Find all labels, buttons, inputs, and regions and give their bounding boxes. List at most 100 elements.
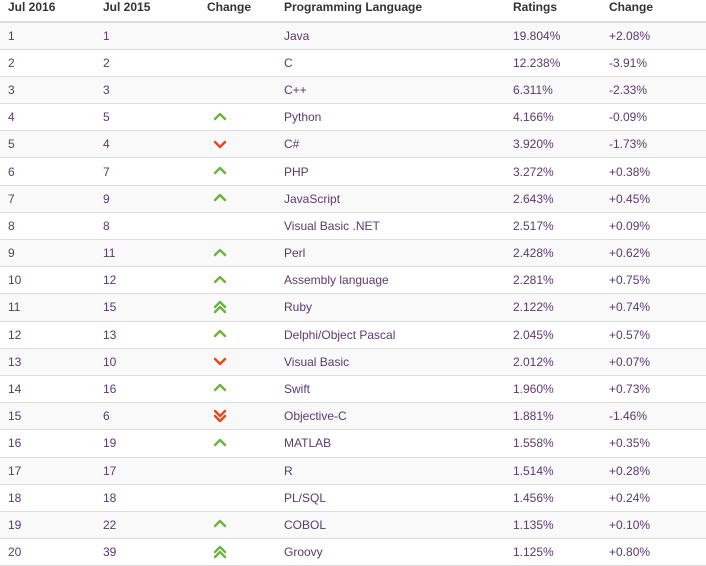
column-header-ratings[interactable]: Ratings — [509, 0, 605, 23]
cell-ratings: 6.311% — [509, 76, 605, 105]
cell-ratings: 4.166% — [509, 103, 605, 132]
chevron-up-icon — [213, 436, 231, 452]
cell-rank-current: 17 — [0, 457, 95, 485]
cell-language[interactable]: Groovy — [280, 538, 509, 566]
change-none-icon — [213, 82, 231, 98]
cell-rating-change: -3.91% — [605, 49, 706, 77]
cell-rank-current: 11 — [0, 293, 95, 322]
chevron-up-icon — [213, 191, 231, 207]
cell-rank-current: 6 — [0, 157, 95, 186]
table-row: 16 19 MATLAB 1.558% +0.35% — [0, 429, 706, 458]
cell-rank-current: 20 — [0, 538, 95, 566]
cell-change-arrow — [195, 22, 280, 50]
column-header-rank-current[interactable]: Jul 2016 — [0, 0, 95, 23]
cell-language[interactable]: C++ — [280, 76, 509, 105]
change-none-icon — [213, 28, 231, 44]
table-body: 1 1 Java 19.804% +2.08% 2 2 C 12.238% -3.91% 3 3 C++… — [0, 22, 706, 566]
cell-rank-current: 16 — [0, 429, 95, 458]
cell-rank-previous: 9 — [95, 185, 195, 213]
chevron-down-icon — [213, 354, 231, 370]
cell-rank-current: 1 — [0, 22, 95, 50]
column-header-change-arrow[interactable]: Change — [195, 0, 280, 23]
cell-language[interactable]: Swift — [280, 375, 509, 404]
cell-rating-change: +0.10% — [605, 511, 706, 540]
table-row: 3 3 C++ 6.311% -2.33% — [0, 76, 706, 105]
cell-ratings: 2.281% — [509, 266, 605, 295]
chevron-up-icon — [213, 164, 231, 180]
cell-rating-change: +0.24% — [605, 484, 706, 512]
cell-change-arrow — [195, 239, 280, 268]
cell-ratings: 1.558% — [509, 429, 605, 458]
cell-rank-current: 8 — [0, 212, 95, 241]
cell-language[interactable]: PL/SQL — [280, 484, 509, 512]
cell-rating-change: -2.33% — [605, 76, 706, 105]
cell-rank-previous: 13 — [95, 321, 195, 349]
change-none-icon — [213, 55, 231, 71]
cell-rating-change: +0.62% — [605, 239, 706, 268]
cell-language[interactable]: Assembly language — [280, 266, 509, 295]
cell-language[interactable]: Delphi/Object Pascal — [280, 321, 509, 349]
cell-rank-previous: 8 — [95, 212, 195, 241]
tiobe-index-table-container: Jul 2016 Jul 2015 Change Programming Lan… — [0, 0, 706, 566]
cell-language[interactable]: C# — [280, 130, 509, 159]
cell-rank-previous: 12 — [95, 266, 195, 295]
cell-language[interactable]: MATLAB — [280, 429, 509, 458]
cell-rating-change: +0.28% — [605, 457, 706, 485]
cell-change-arrow — [195, 348, 280, 376]
cell-change-arrow — [195, 429, 280, 458]
cell-rating-change: +0.80% — [605, 538, 706, 566]
cell-change-arrow — [195, 266, 280, 295]
column-header-rank-previous[interactable]: Jul 2015 — [95, 0, 195, 23]
cell-rating-change: +0.35% — [605, 429, 706, 458]
cell-change-arrow — [195, 212, 280, 241]
cell-language[interactable]: Java — [280, 22, 509, 50]
column-header-rating-change[interactable]: Change — [605, 0, 706, 23]
chevron-up-icon — [213, 110, 231, 126]
cell-rank-previous: 39 — [95, 538, 195, 566]
cell-rank-previous: 3 — [95, 76, 195, 105]
chevron-up-icon — [213, 517, 231, 533]
cell-ratings: 1.125% — [509, 538, 605, 566]
cell-rank-previous: 4 — [95, 130, 195, 159]
cell-rating-change: +0.74% — [605, 293, 706, 322]
cell-language[interactable]: C — [280, 49, 509, 77]
cell-ratings: 2.517% — [509, 212, 605, 241]
table-row: 2 2 C 12.238% -3.91% — [0, 49, 706, 77]
cell-change-arrow — [195, 49, 280, 77]
cell-language[interactable]: Python — [280, 103, 509, 132]
chevron-up-icon — [213, 381, 231, 397]
cell-language[interactable]: JavaScript — [280, 185, 509, 213]
cell-language[interactable]: R — [280, 457, 509, 485]
cell-language[interactable]: Ruby — [280, 293, 509, 322]
cell-ratings: 1.881% — [509, 402, 605, 431]
cell-rank-previous: 15 — [95, 293, 195, 322]
cell-language[interactable]: Visual Basic — [280, 348, 509, 376]
chevron-up-icon — [213, 246, 231, 262]
cell-change-arrow — [195, 103, 280, 132]
table-row: 13 10 Visual Basic 2.012% +0.07% — [0, 348, 706, 376]
cell-rating-change: -0.09% — [605, 103, 706, 132]
cell-language[interactable]: PHP — [280, 157, 509, 186]
cell-ratings: 2.012% — [509, 348, 605, 376]
column-header-language[interactable]: Programming Language — [280, 0, 509, 23]
cell-language[interactable]: Perl — [280, 239, 509, 268]
cell-rank-current: 15 — [0, 402, 95, 431]
cell-language[interactable]: Visual Basic .NET — [280, 212, 509, 241]
cell-rank-current: 10 — [0, 266, 95, 295]
cell-rank-current: 4 — [0, 103, 95, 132]
cell-language[interactable]: Objective-C — [280, 402, 509, 431]
cell-rank-previous: 22 — [95, 511, 195, 540]
cell-language[interactable]: COBOL — [280, 511, 509, 540]
double-chevron-up-icon — [213, 300, 231, 316]
cell-rank-current: 2 — [0, 49, 95, 77]
cell-rating-change: -1.46% — [605, 402, 706, 431]
cell-rating-change: +0.75% — [605, 266, 706, 295]
cell-rank-previous: 16 — [95, 375, 195, 404]
cell-change-arrow — [195, 538, 280, 566]
cell-ratings: 1.960% — [509, 375, 605, 404]
cell-change-arrow — [195, 511, 280, 540]
cell-ratings: 2.045% — [509, 321, 605, 349]
cell-ratings: 3.920% — [509, 130, 605, 159]
table-row: 9 11 Perl 2.428% +0.62% — [0, 239, 706, 268]
change-none-icon — [213, 490, 231, 506]
